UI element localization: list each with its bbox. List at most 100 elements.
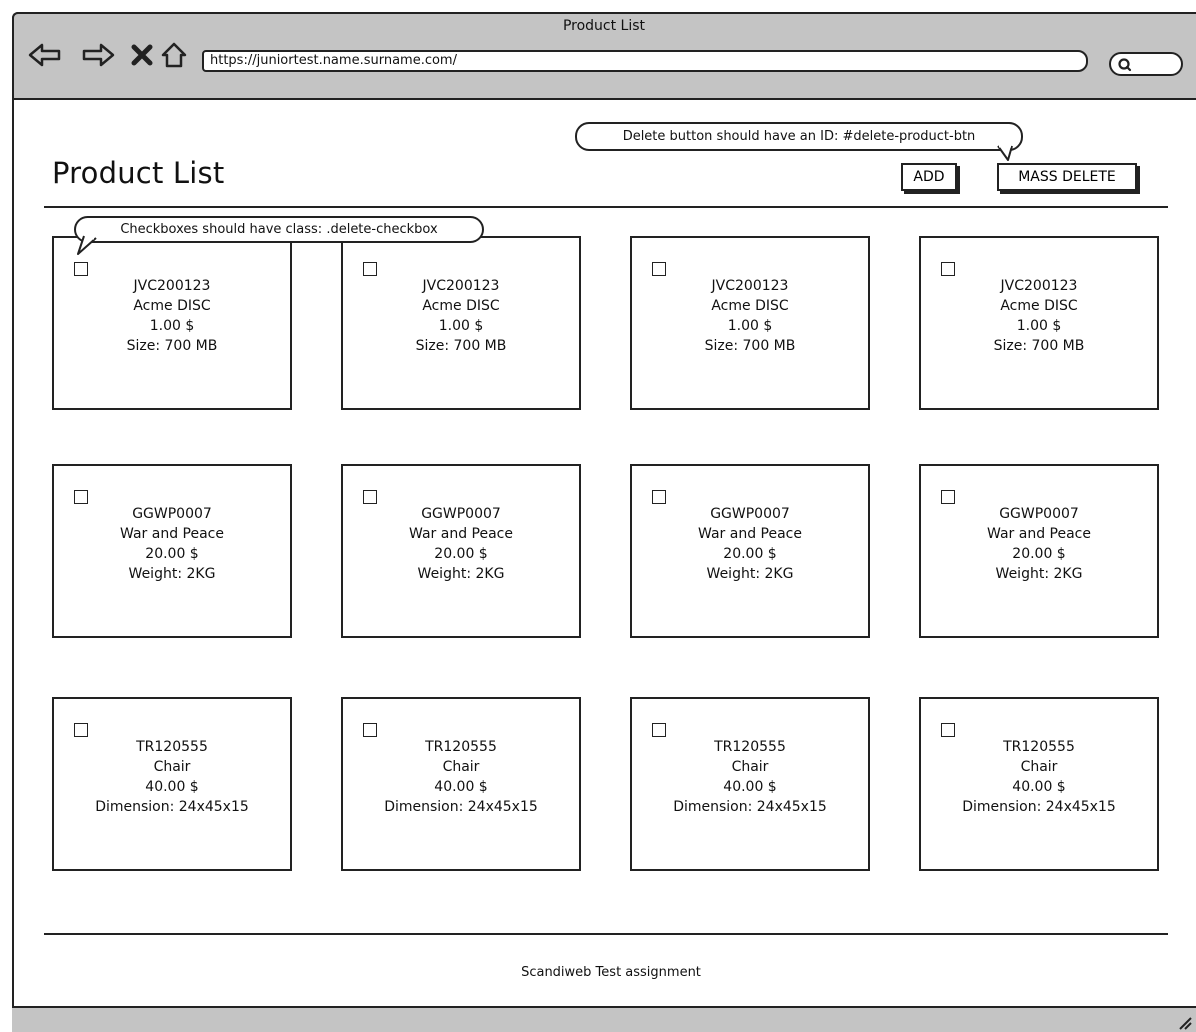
product-price: 40.00 $ — [723, 779, 777, 795]
product-card: GGWP0007 War and Peace 20.00 $ Weight: 2KG — [52, 464, 292, 638]
product-attribute: Weight: 2KG — [417, 566, 505, 582]
delete-checkbox[interactable] — [941, 723, 955, 737]
product-details: TR120555 Chair 40.00 $ Dimension: 24x45x15 — [343, 737, 579, 817]
delete-checkbox[interactable] — [74, 262, 88, 276]
product-card: JVC200123 Acme DISC 1.00 $ Size: 700 MB — [630, 236, 870, 410]
product-sku: GGWP0007 — [132, 506, 212, 522]
product-details: GGWP0007 War and Peace 20.00 $ Weight: 2KG — [343, 504, 579, 584]
product-sku: TR120555 — [714, 739, 786, 755]
product-attribute: Size: 700 MB — [126, 338, 218, 354]
callout-tail — [77, 235, 97, 255]
header-divider — [44, 206, 1168, 208]
delete-checkbox[interactable] — [363, 262, 377, 276]
product-card: JVC200123 Acme DISC 1.00 $ Size: 700 MB — [341, 236, 581, 410]
delete-checkbox[interactable] — [363, 723, 377, 737]
product-card: GGWP0007 War and Peace 20.00 $ Weight: 2KG — [630, 464, 870, 638]
page-title: Product List — [52, 156, 225, 190]
product-details: GGWP0007 War and Peace 20.00 $ Weight: 2KG — [921, 504, 1157, 584]
search-icon — [1118, 58, 1132, 72]
product-price: 20.00 $ — [1012, 546, 1066, 562]
product-name: War and Peace — [120, 526, 224, 542]
product-details: TR120555 Chair 40.00 $ Dimension: 24x45x15 — [632, 737, 868, 817]
product-attribute: Dimension: 24x45x15 — [95, 799, 249, 815]
product-price: 40.00 $ — [434, 779, 488, 795]
delete-checkbox[interactable] — [363, 490, 377, 504]
footer-divider — [44, 933, 1168, 935]
delete-checkbox[interactable] — [941, 490, 955, 504]
close-x-icon[interactable] — [125, 38, 159, 72]
product-sku: JVC200123 — [1000, 278, 1078, 294]
delete-checkbox[interactable] — [652, 490, 666, 504]
product-card: JVC200123 Acme DISC 1.00 $ Size: 700 MB — [919, 236, 1159, 410]
product-attribute: Weight: 2KG — [995, 566, 1083, 582]
delete-checkbox[interactable] — [652, 262, 666, 276]
delete-checkbox[interactable] — [74, 490, 88, 504]
product-name: Chair — [442, 759, 480, 775]
product-name: War and Peace — [698, 526, 802, 542]
search-field[interactable] — [1109, 52, 1183, 76]
product-card: GGWP0007 War and Peace 20.00 $ Weight: 2KG — [341, 464, 581, 638]
product-name: War and Peace — [409, 526, 513, 542]
product-details: TR120555 Chair 40.00 $ Dimension: 24x45x15 — [921, 737, 1157, 817]
product-name: Acme DISC — [711, 298, 789, 314]
product-sku: GGWP0007 — [999, 506, 1079, 522]
product-details: GGWP0007 War and Peace 20.00 $ Weight: 2KG — [54, 504, 290, 584]
product-details: JVC200123 Acme DISC 1.00 $ Size: 700 MB — [921, 276, 1157, 356]
product-details: JVC200123 Acme DISC 1.00 $ Size: 700 MB — [54, 276, 290, 356]
product-attribute: Weight: 2KG — [706, 566, 794, 582]
product-attribute: Weight: 2KG — [128, 566, 216, 582]
delete-button-note: Delete button should have an ID: #delete… — [575, 122, 1023, 151]
product-attribute: Size: 700 MB — [415, 338, 507, 354]
product-card: TR120555 Chair 40.00 $ Dimension: 24x45x15 — [341, 697, 581, 871]
resize-grip-icon[interactable] — [1176, 1014, 1192, 1030]
product-card: JVC200123 Acme DISC 1.00 $ Size: 700 MB — [52, 236, 292, 410]
product-attribute: Dimension: 24x45x15 — [384, 799, 538, 815]
product-attribute: Size: 700 MB — [704, 338, 796, 354]
product-details: JVC200123 Acme DISC 1.00 $ Size: 700 MB — [343, 276, 579, 356]
checkbox-note: Checkboxes should have class: .delete-ch… — [74, 216, 484, 243]
product-card: TR120555 Chair 40.00 $ Dimension: 24x45x15 — [52, 697, 292, 871]
add-button[interactable]: ADD — [901, 163, 957, 191]
product-sku: JVC200123 — [422, 278, 500, 294]
product-name: Acme DISC — [1000, 298, 1078, 314]
product-name: Chair — [153, 759, 191, 775]
product-name: War and Peace — [987, 526, 1091, 542]
address-bar[interactable]: https://juniortest.name.surname.com/ — [202, 50, 1088, 72]
delete-checkbox[interactable] — [941, 262, 955, 276]
product-price: 1.00 $ — [149, 318, 195, 334]
window-title: Product List — [562, 18, 646, 34]
forward-arrow-icon[interactable] — [81, 38, 115, 72]
product-sku: TR120555 — [425, 739, 497, 755]
product-name: Acme DISC — [133, 298, 211, 314]
product-sku: JVC200123 — [711, 278, 789, 294]
product-price: 40.00 $ — [1012, 779, 1066, 795]
product-name: Chair — [731, 759, 769, 775]
product-price: 1.00 $ — [438, 318, 484, 334]
product-sku: TR120555 — [1003, 739, 1075, 755]
product-details: TR120555 Chair 40.00 $ Dimension: 24x45x15 — [54, 737, 290, 817]
delete-checkbox[interactable] — [652, 723, 666, 737]
product-card: TR120555 Chair 40.00 $ Dimension: 24x45x15 — [919, 697, 1159, 871]
status-bar — [12, 1006, 1196, 1032]
product-card: TR120555 Chair 40.00 $ Dimension: 24x45x15 — [630, 697, 870, 871]
product-sku: GGWP0007 — [710, 506, 790, 522]
product-price: 40.00 $ — [145, 779, 199, 795]
callout-tail — [997, 144, 1013, 161]
product-details: GGWP0007 War and Peace 20.00 $ Weight: 2KG — [632, 504, 868, 584]
product-attribute: Dimension: 24x45x15 — [962, 799, 1116, 815]
product-name: Acme DISC — [422, 298, 500, 314]
footer-text: Scandiweb Test assignment — [521, 965, 701, 980]
back-arrow-icon[interactable] — [28, 38, 62, 72]
product-sku: JVC200123 — [133, 278, 211, 294]
delete-checkbox[interactable] — [74, 723, 88, 737]
product-sku: GGWP0007 — [421, 506, 501, 522]
product-attribute: Dimension: 24x45x15 — [673, 799, 827, 815]
product-price: 20.00 $ — [145, 546, 199, 562]
home-icon[interactable] — [157, 38, 191, 72]
product-price: 20.00 $ — [723, 546, 777, 562]
mass-delete-button[interactable]: MASS DELETE — [997, 163, 1137, 191]
product-name: Chair — [1020, 759, 1058, 775]
product-attribute: Size: 700 MB — [993, 338, 1085, 354]
product-card: GGWP0007 War and Peace 20.00 $ Weight: 2KG — [919, 464, 1159, 638]
product-price: 1.00 $ — [727, 318, 773, 334]
